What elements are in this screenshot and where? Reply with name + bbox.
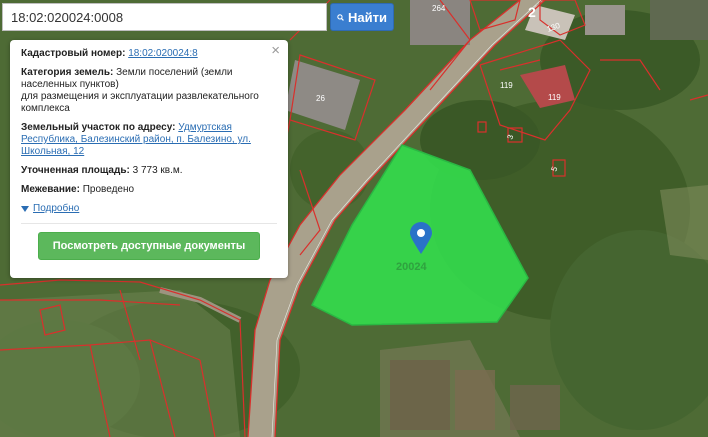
plot-label: 264	[432, 4, 446, 13]
parcel-info-popup: × Кадастровый номер: 18:02:020024:8 Кате…	[10, 40, 288, 278]
parcel-label: 20024	[396, 261, 427, 273]
plot-label: 2	[528, 4, 536, 20]
details-link[interactable]: Подробно	[33, 203, 79, 215]
address-label: Земельный участок по адресу:	[21, 122, 176, 133]
area-value: 3 773 кв.м.	[132, 165, 183, 176]
survey-value: Проведено	[82, 184, 135, 195]
land-category-label: Категория земель:	[21, 67, 114, 78]
plot-label: 119	[500, 81, 513, 90]
cadastral-number-label: Кадастровый номер:	[21, 48, 126, 59]
details-toggle[interactable]: Подробно	[21, 203, 277, 215]
land-purpose-text: для размещения и эксплуатации развлекате…	[21, 91, 259, 114]
divider	[21, 223, 277, 224]
search-button[interactable]: Найти	[330, 3, 394, 31]
triangle-down-icon	[21, 206, 29, 212]
search-input[interactable]	[2, 3, 327, 31]
area-label: Уточненная площадь:	[21, 165, 130, 176]
view-documents-button[interactable]: Посмотреть доступные документы	[38, 232, 260, 260]
plot-label: 119	[548, 93, 561, 102]
search-button-label: Найти	[348, 9, 387, 25]
survey-label: Межевание:	[21, 184, 80, 195]
plot-label: 26	[316, 94, 325, 103]
cadastral-number-link[interactable]: 18:02:020024:8	[128, 48, 198, 59]
close-icon[interactable]: ×	[271, 43, 280, 58]
search-icon	[337, 13, 344, 21]
